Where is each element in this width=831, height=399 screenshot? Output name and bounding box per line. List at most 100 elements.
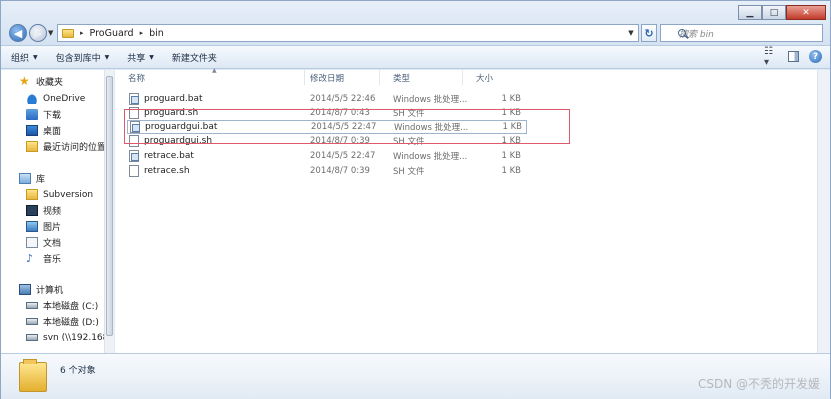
minimize-button[interactable]: ▁ bbox=[738, 5, 762, 20]
file-row[interactable]: proguard.bat 2014/5/5 22:46 Windows 批处理.… bbox=[127, 92, 527, 106]
breadcrumb-bin[interactable]: bin bbox=[149, 28, 164, 39]
watermark-text: CSDN @不秃的开发媛 bbox=[697, 377, 820, 391]
picture-icon bbox=[26, 221, 38, 232]
back-button[interactable]: ◀ bbox=[9, 24, 27, 42]
breadcrumb-separator-icon[interactable]: ▸ bbox=[140, 29, 144, 37]
nav-label: 库 bbox=[36, 175, 46, 185]
new-folder-button[interactable]: 新建文件夹 bbox=[172, 51, 217, 64]
file-row[interactable]: proguardgui.sh 2014/8/7 0:39 SH 文件 1 KB bbox=[127, 134, 527, 148]
search-input[interactable]: 搜索 bin bbox=[660, 24, 823, 42]
refresh-button[interactable]: ↻ bbox=[641, 24, 657, 42]
preview-pane-icon[interactable] bbox=[788, 51, 799, 62]
file-size: 1 KB bbox=[501, 151, 521, 161]
nav-scroll-thumb[interactable] bbox=[106, 76, 113, 336]
nav-subversion[interactable]: Subversion bbox=[26, 187, 93, 202]
file-row-selected[interactable]: proguardgui.bat 2014/5/5 22:47 Windows 批… bbox=[127, 120, 527, 134]
nav-favorites[interactable]: ★ 收藏夹 bbox=[19, 74, 63, 89]
nav-videos[interactable]: 视频 bbox=[26, 203, 61, 218]
nav-recent[interactable]: 最近访问的位置 bbox=[26, 139, 106, 154]
nav-drive-d[interactable]: 本地磁盘 (D:) bbox=[26, 314, 99, 329]
column-type-label: 类型 bbox=[393, 73, 411, 84]
file-name: retrace.bat bbox=[144, 151, 194, 161]
share-label: 共享 bbox=[127, 53, 146, 64]
nav-downloads[interactable]: 下载 bbox=[26, 107, 61, 122]
file-size: 1 KB bbox=[502, 122, 522, 132]
column-header-name[interactable]: 名称 ▲ bbox=[115, 67, 305, 85]
breadcrumb-proguard[interactable]: ProGuard bbox=[90, 28, 134, 39]
nav-label: 文档 bbox=[43, 239, 62, 249]
nav-scrollbar[interactable] bbox=[104, 70, 114, 353]
star-icon: ★ bbox=[19, 74, 30, 88]
file-size: 1 KB bbox=[501, 108, 521, 118]
new-folder-label: 新建文件夹 bbox=[171, 53, 217, 64]
nav-computer[interactable]: 计算机 bbox=[19, 282, 63, 297]
nav-onedrive[interactable]: OneDrive bbox=[26, 91, 85, 106]
back-arrow-icon: ◀ bbox=[13, 26, 23, 40]
cloud-icon bbox=[26, 93, 38, 104]
file-list-scrollbar[interactable] bbox=[817, 70, 830, 353]
nav-label: 音乐 bbox=[43, 255, 62, 265]
search-icon bbox=[678, 29, 686, 37]
nav-label: 本地磁盘 (C:) bbox=[43, 302, 99, 312]
nav-svn-share[interactable]: svn (\\192.168.4 bbox=[26, 330, 113, 345]
recent-places-icon bbox=[26, 141, 38, 152]
nav-pictures[interactable]: 图片 bbox=[26, 219, 61, 234]
breadcrumb-root-arrow[interactable]: ▸ bbox=[80, 29, 84, 37]
navigation-pane: ★ 收藏夹 OneDrive 下载 桌面 最近访问的位置 库 Subversion… bbox=[1, 70, 114, 353]
nav-desktop[interactable]: 桌面 bbox=[26, 123, 61, 138]
forward-button[interactable]: ▶ bbox=[29, 24, 47, 42]
file-row[interactable]: proguard.sh 2014/8/7 0:43 SH 文件 1 KB bbox=[127, 106, 527, 120]
file-date: 2014/5/5 22:46 bbox=[310, 94, 376, 104]
file-size: 1 KB bbox=[501, 136, 521, 146]
recent-pages-dropdown[interactable]: ▼ bbox=[48, 29, 53, 37]
computer-icon bbox=[19, 284, 31, 295]
batch-file-icon bbox=[129, 150, 139, 162]
explorer-window: ▁ □ ✕ ◀ ▶ ▼ ▸ ProGuard ▸ bin ▼ ↻ 搜索 bin … bbox=[0, 0, 831, 399]
download-icon bbox=[26, 109, 38, 120]
file-row[interactable]: retrace.bat 2014/5/5 22:47 Windows 批处理..… bbox=[127, 149, 527, 163]
item-count: 6 个对象 bbox=[60, 366, 96, 376]
text-file-icon bbox=[129, 135, 139, 147]
share-menu[interactable]: 共享 ▼ bbox=[127, 51, 154, 64]
file-date: 2014/5/5 22:47 bbox=[311, 122, 377, 132]
chevron-down-icon: ▼ bbox=[149, 53, 154, 61]
nav-label: 最近访问的位置 bbox=[43, 143, 107, 153]
video-icon bbox=[26, 205, 38, 216]
column-header-size[interactable]: 大小 bbox=[463, 70, 523, 85]
change-view-icon[interactable]: ☷ ▾ bbox=[764, 46, 778, 68]
nav-libraries[interactable]: 库 bbox=[19, 171, 45, 186]
column-date-label: 修改日期 bbox=[310, 73, 345, 84]
folder-icon bbox=[19, 359, 47, 392]
include-in-library-label: 包含到库中 bbox=[55, 53, 101, 64]
chevron-down-icon: ▼ bbox=[33, 53, 38, 61]
include-in-library-menu[interactable]: 包含到库中 ▼ bbox=[56, 51, 110, 64]
close-button[interactable]: ✕ bbox=[786, 5, 826, 20]
file-row[interactable]: retrace.sh 2014/8/7 0:39 SH 文件 1 KB bbox=[127, 164, 527, 178]
column-header-type[interactable]: 类型 bbox=[380, 70, 463, 85]
nav-music[interactable]: ♪ 音乐 bbox=[26, 251, 61, 266]
text-file-icon bbox=[129, 165, 139, 177]
address-bar[interactable]: ▸ ProGuard ▸ bin ▼ bbox=[57, 24, 639, 42]
file-type: SH 文件 bbox=[393, 109, 425, 119]
window-controls: ▁ □ ✕ bbox=[738, 5, 826, 20]
file-date: 2014/8/7 0:43 bbox=[310, 108, 370, 118]
nav-drive-c[interactable]: 本地磁盘 (C:) bbox=[26, 298, 98, 313]
nav-documents[interactable]: 文档 bbox=[26, 235, 61, 250]
nav-label: 图片 bbox=[43, 223, 62, 233]
folder-icon bbox=[62, 28, 74, 38]
title-bar: ▁ □ ✕ ◀ ▶ ▼ ▸ ProGuard ▸ bin ▼ ↻ 搜索 bin bbox=[1, 1, 830, 45]
file-name: retrace.sh bbox=[144, 166, 190, 176]
file-name: proguard.bat bbox=[144, 94, 203, 104]
nav-label: 下载 bbox=[43, 111, 62, 121]
maximize-button[interactable]: □ bbox=[762, 5, 786, 20]
document-icon bbox=[26, 237, 38, 248]
organize-menu[interactable]: 组织 ▼ bbox=[11, 51, 38, 64]
organize-label: 组织 bbox=[11, 53, 30, 64]
forward-arrow-icon: ▶ bbox=[33, 26, 43, 40]
help-icon[interactable]: ? bbox=[809, 50, 822, 63]
column-header-date[interactable]: 修改日期 bbox=[297, 70, 380, 85]
nav-label: 本地磁盘 (D:) bbox=[43, 318, 99, 328]
folder-icon bbox=[26, 189, 38, 200]
address-dropdown-icon[interactable]: ▼ bbox=[624, 29, 638, 37]
details-pane: 6 个对象 CSDN @不秃的开发媛 bbox=[1, 353, 830, 399]
